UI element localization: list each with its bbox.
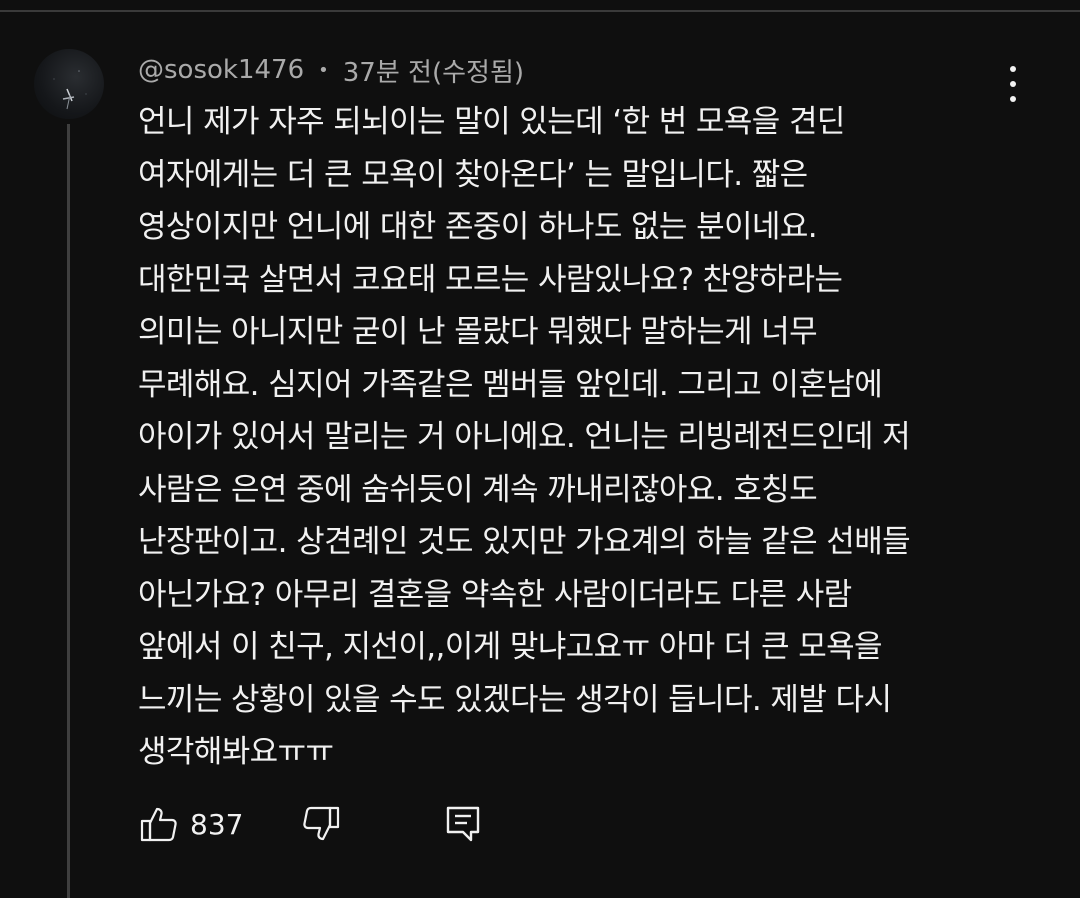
like-count: 837 (190, 807, 244, 841)
comment-line: 앞에서 이 친구, 지선이,,이게 맞냐고요ㅠ 아마 더 큰 모욕을 (138, 629, 883, 665)
comment-line: 아닌가요? 아무리 결혼을 약속한 사람이더라도 다른 사람 (138, 576, 852, 613)
comment-line: 무례해요. 심지어 가족같은 멤버들 앞인데. 그리고 이혼남에 (138, 366, 883, 403)
more-dot-2 (1010, 81, 1016, 87)
comment-header: @sosok1476 • 37분 전(수정됨) (138, 52, 524, 88)
comment-line: 여자에게는 더 큰 모욕이 찾아온다’ 는 말입니다. 짧은 (138, 156, 808, 193)
avatar[interactable] (34, 49, 104, 119)
comment-line: 영상이지만 언니에 대한 존중이 하나도 없는 분이네요. (138, 209, 818, 245)
thumbs-up-icon (140, 807, 177, 842)
avatar-image (53, 70, 87, 110)
dislike-button[interactable] (300, 803, 342, 845)
comment-line: 난장판이고. 상견례인 것도 있지만 가요계의 하늘 같은 선배들 (138, 524, 911, 560)
more-vertical-icon (1010, 66, 1016, 72)
reply-comment-icon (446, 806, 480, 842)
comment-actions: 837 (138, 800, 484, 848)
author-name[interactable]: @sosok1476 (138, 55, 304, 85)
comment-line: 느끼는 상황이 있을 수도 있겠다는 생각이 듭니다. 제발 다시 (138, 681, 892, 718)
comment-line: 사람은 은연 중에 숨쉬듯이 계속 까내리잖아요. 호칭도 (138, 471, 818, 508)
comment-line: 언니 제가 자주 되뇌이는 말이 있는데 ‘한 번 모욕을 견딘 (138, 104, 845, 140)
like-button[interactable] (138, 803, 180, 845)
thread-line (67, 124, 70, 898)
top-divider (0, 10, 1080, 12)
comment-line: 의미는 아니지만 굳이 난 몰랐다 뭐했다 말하는게 너무 (138, 314, 818, 350)
comment-line: 아이가 있어서 말리는 거 아니에요. 언니는 리빙레전드인데 저 (138, 419, 911, 455)
reply-button[interactable] (442, 803, 484, 845)
comment-time: 37분 전(수정됨) (342, 57, 525, 88)
comment-line: 생각해봐요ㅠㅠ (138, 734, 334, 770)
comment-text: 언니 제가 자주 되뇌이는 말이 있는데 ‘한 번 모욕을 견딘 여자에게는 더… (138, 96, 1018, 779)
comment-line: 대한민국 살면서 코요태 모르는 사람있나요? 찬양하라는 (138, 261, 843, 298)
thumbs-down-icon (303, 806, 340, 841)
separator-dot: • (318, 59, 329, 81)
